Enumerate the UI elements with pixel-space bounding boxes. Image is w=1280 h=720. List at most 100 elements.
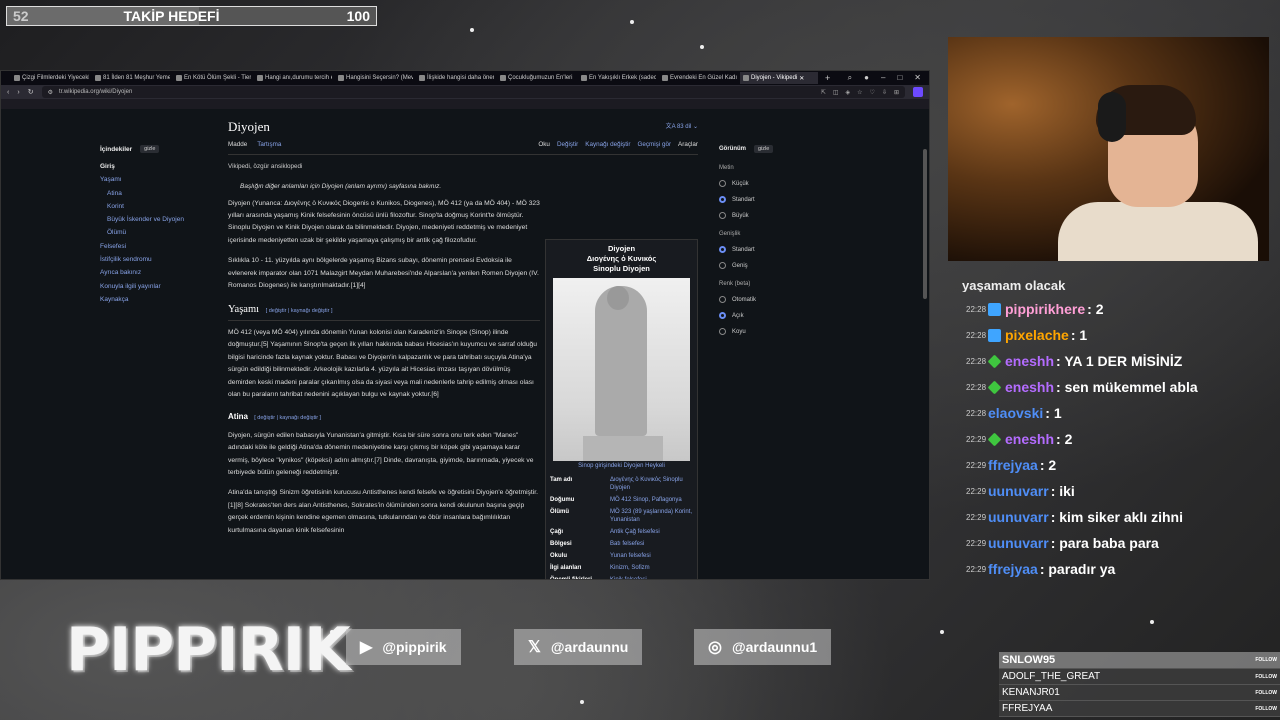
follower-row: ADOLF_THE_GREAT FOLLOW (999, 669, 1280, 685)
star-icon[interactable]: ☆ (857, 89, 862, 96)
reload-button[interactable]: ↻ (28, 88, 34, 96)
shield-icon[interactable]: ◈ (846, 89, 851, 96)
tab-edit-source[interactable]: Kaynağı değiştir (585, 139, 630, 151)
statue-image[interactable] (553, 278, 690, 461)
address-bar[interactable]: ⚙ tr.wikipedia.org/wiki/Diyojen ⇱ ◫ ◈ ☆ … (41, 86, 905, 98)
radio-button[interactable] (719, 196, 726, 203)
tab-talk[interactable]: Tartışma (257, 139, 281, 151)
forward-button[interactable]: › (17, 89, 19, 96)
browser-tab[interactable]: Çizgi Filmlerdeki Yiyecekl (11, 72, 89, 84)
back-button[interactable]: ‹ (7, 89, 9, 96)
tab-favicon-icon (581, 75, 587, 81)
radio-button[interactable] (719, 296, 726, 303)
radio-button[interactable] (719, 180, 726, 187)
new-tab-button[interactable]: + (821, 73, 834, 83)
infobox-value[interactable]: Batı felsefesi (610, 540, 693, 548)
toc-item[interactable]: Büyük İskender ve Diyojen (100, 216, 210, 223)
chat-username[interactable]: pixelache (1005, 327, 1069, 343)
chat-username[interactable]: eneshh (1005, 353, 1054, 369)
radio-option[interactable]: Standart (719, 196, 829, 203)
share-icon[interactable]: ⇱ (821, 89, 826, 96)
browser-tab[interactable]: Hangi anı,durumu tercih e (254, 72, 332, 84)
infobox-value[interactable]: MÖ 323 (89 yaşlarında) Korint, Yunanista… (610, 508, 693, 524)
section-edit-links[interactable]: [ değiştir | kaynağı değiştir ] (254, 415, 321, 421)
chat-text: : iki (1050, 483, 1075, 499)
tab-title: Hangi anı,durumu tercih e (265, 75, 332, 81)
chat-username[interactable]: elaovski (988, 405, 1043, 421)
radio-button[interactable] (719, 328, 726, 335)
toc-item[interactable]: Korint (100, 203, 210, 210)
tab-article[interactable]: Madde (228, 139, 247, 151)
section-edit-links[interactable]: [ değiştir | kaynağı değiştir ] (266, 308, 333, 314)
language-button[interactable]: 文A 83 dil ⌄ (666, 121, 698, 133)
extensions-icon[interactable]: ⊞ (894, 89, 899, 96)
site-info-icon[interactable]: ⚙ (48, 89, 53, 96)
radio-option[interactable]: Koyu (719, 328, 829, 335)
radio-button[interactable] (719, 212, 726, 219)
browser-tab[interactable]: İlişkide hangisi daha önen (416, 72, 494, 84)
browser-tab[interactable]: Evrendeki En Güzel Kadın (659, 72, 737, 84)
chat-username[interactable]: uunuvarr (988, 535, 1049, 551)
streamer-shirt (1058, 202, 1258, 261)
tab-title: İlişkide hangisi daha önen (427, 75, 494, 81)
minimize-button[interactable]: – (881, 73, 885, 83)
chat-timestamp: 22:29 (966, 538, 987, 548)
toc-item[interactable]: Atina (100, 190, 210, 197)
chat-username[interactable]: eneshh (1005, 431, 1054, 447)
browser-tab[interactable]: Hangisini Seçersin? (Mev (335, 72, 413, 84)
radio-option[interactable]: Büyük (719, 212, 829, 219)
browser-tab[interactable]: En Kötü Ölüm Şekli - Tier (173, 72, 251, 84)
browser-tab[interactable]: 81 İlden 81 Meşhur Yeme (92, 72, 170, 84)
infobox-value[interactable]: MÖ 412 Sinop, Paflagonya (610, 496, 693, 504)
toc-item[interactable]: Konuyla ilgili yayınlar (100, 283, 210, 290)
radio-button[interactable] (719, 262, 726, 269)
radio-button[interactable] (719, 246, 726, 253)
infobox-value[interactable]: Διογένης ὁ Κυνικός Sinoplu Diyojen (610, 476, 693, 492)
toc-item[interactable]: Yaşamı (100, 176, 210, 183)
chat-text: : sen mükemmel abla (1056, 379, 1198, 395)
toc-item[interactable]: Giriş (100, 163, 210, 170)
chat-username[interactable]: eneshh (1005, 379, 1054, 395)
browser-tab[interactable]: Çocukluğumuzun En'leri (497, 72, 575, 84)
search-icon[interactable]: ⌕ (848, 73, 852, 83)
heart-icon[interactable]: ♡ (870, 89, 875, 96)
radio-button[interactable] (719, 312, 726, 319)
tab-edit[interactable]: Değiştir (557, 139, 578, 151)
close-window-button[interactable]: ✕ (914, 73, 921, 83)
appearance-hide-button[interactable]: gizle (754, 145, 774, 153)
toc-item[interactable]: Felsefesi (100, 243, 210, 250)
chat-username[interactable]: ffrejyaa (988, 561, 1038, 577)
radio-option[interactable]: Açık (719, 312, 829, 319)
infobox-value[interactable]: Antik Çağ felsefesi (610, 528, 693, 536)
radio-option[interactable]: Geniş (719, 262, 829, 269)
radio-option[interactable]: Küçük (719, 180, 829, 187)
infobox-value[interactable]: Yunan felsefesi (610, 552, 693, 560)
tab-close-icon[interactable]: ✕ (799, 75, 804, 82)
tab-history[interactable]: Geçmişi gör (637, 139, 671, 151)
browser-tab[interactable]: En Yakışıklı Erkek (sadece (578, 72, 656, 84)
screenshot-icon[interactable]: ◫ (833, 89, 839, 96)
tab-tools[interactable]: Araçlar (678, 139, 698, 151)
chat-username[interactable]: uunuvarr (988, 509, 1049, 525)
extension-icon[interactable] (913, 87, 923, 97)
toc-item[interactable]: Ayrıca bakınız (100, 269, 210, 276)
chat-username[interactable]: uunuvarr (988, 483, 1049, 499)
profile-icon[interactable]: ● (864, 73, 869, 83)
browser-tab[interactable]: Diyojen - Vikipedi ✕ (740, 72, 818, 84)
tab-read[interactable]: Oku (538, 139, 550, 151)
infobox-value[interactable]: Kinik felsefesi (610, 576, 693, 579)
image-caption[interactable]: Sinop girişindeki Diyojen Heykeli (546, 461, 697, 474)
toc-item[interactable]: Kaynakça (100, 296, 210, 303)
scrollbar[interactable] (923, 149, 927, 299)
radio-option[interactable]: Otomatik (719, 296, 829, 303)
maximize-button[interactable]: □ (897, 73, 902, 83)
radio-label: Geniş (732, 262, 748, 269)
toc-item[interactable]: İstifçilik sendromu (100, 256, 210, 263)
chat-username[interactable]: ffrejyaa (988, 457, 1038, 473)
infobox-value[interactable]: Kinizm, Sofizm (610, 564, 693, 572)
toc-hide-button[interactable]: gizle (140, 145, 160, 153)
radio-option[interactable]: Standart (719, 246, 829, 253)
chat-username[interactable]: pippirikhere (1005, 301, 1085, 317)
toc-item[interactable]: Ölümü (100, 229, 210, 236)
download-icon[interactable]: ⇩ (882, 89, 887, 96)
